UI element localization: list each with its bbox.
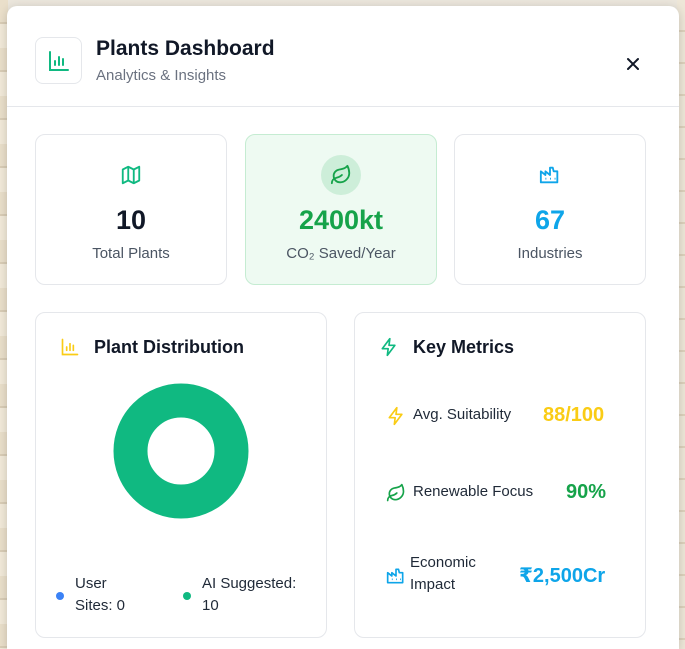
page-subtitle: Analytics & Insights [96, 67, 227, 84]
leaf-icon [386, 483, 405, 502]
metric-label: Renewable Focus [413, 483, 534, 500]
metric-value: 88/100 [543, 404, 605, 426]
metric-value: 90% [566, 481, 607, 503]
key-metrics-card: Key Metrics Avg. Suitability 88/100 Rene… [354, 312, 646, 638]
stat-value: 10 [115, 205, 147, 235]
map-icon [111, 155, 151, 195]
legend-label-ai-suggested: AI Suggested: 10 [202, 575, 297, 614]
close-icon [627, 58, 639, 70]
close-button[interactable] [619, 50, 647, 78]
lightning-icon [388, 406, 403, 426]
page-title: Plants Dashboard [96, 37, 275, 60]
metric-value: ₹2,500Cr [519, 565, 606, 587]
stat-value: 2400kt [298, 205, 384, 235]
card-title: Key Metrics [413, 337, 515, 357]
stat-label: Total Plants [92, 245, 170, 262]
bar-chart-icon [61, 338, 79, 356]
legend-dot-user-sites [56, 592, 64, 600]
lightning-icon [381, 337, 396, 357]
stat-label: Industries [517, 245, 583, 262]
card-title: Plant Distribution [94, 337, 244, 357]
stat-value: 67 [534, 205, 566, 235]
factory-icon [386, 568, 404, 584]
factory-icon [530, 155, 570, 195]
plant-distribution-card: Plant Distribution User Sites: 0 AI Sugge… [35, 312, 327, 638]
stat-card-co2-saved: 2400kt CO₂ Saved/Year [245, 134, 437, 285]
bar-chart-icon [48, 50, 69, 71]
legend-dot-ai-suggested [183, 592, 191, 600]
metric-label: Economic Impact [410, 554, 476, 593]
donut-chart [113, 383, 249, 519]
leaf-icon [321, 155, 361, 195]
metric-label: Avg. Suitability [413, 406, 512, 423]
legend-label-user-sites: User Sites: 0 [75, 575, 126, 614]
stat-label: CO₂ Saved/Year [286, 245, 396, 262]
stat-card-industries: 67 Industries [454, 134, 646, 285]
dashboard-header: Plants Dashboard Analytics & Insights [7, 6, 679, 107]
stat-card-total-plants: 10 Total Plants [35, 134, 227, 285]
plants-dashboard-panel: Plants Dashboard Analytics & Insights 10… [7, 6, 679, 649]
logo-box [35, 37, 82, 84]
donut-slice-ai-suggested [113, 383, 249, 519]
